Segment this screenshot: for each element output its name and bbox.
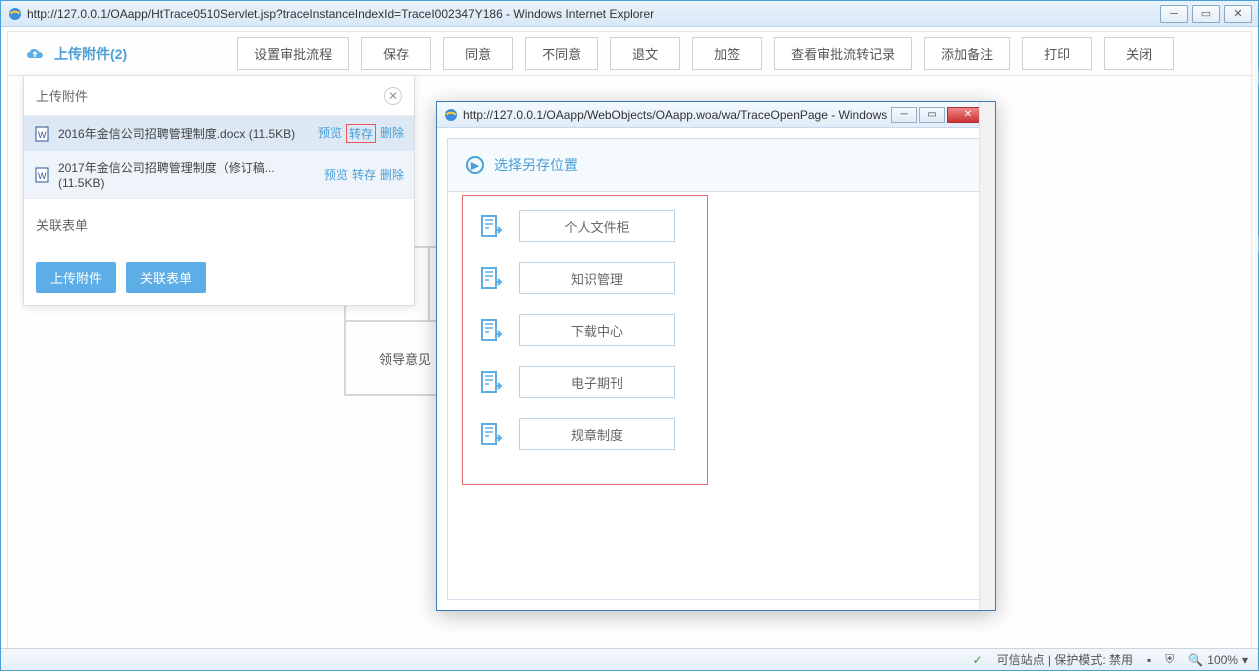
arrow-right-icon: ▶ xyxy=(466,156,484,174)
status-separator-icon: ▪ xyxy=(1147,653,1151,667)
chevron-down-icon: ▾ xyxy=(1242,653,1248,667)
destination-row: 下载中心 xyxy=(477,314,693,346)
zoom-value: 100% xyxy=(1207,653,1238,667)
status-bar: ✓ 可信站点 | 保护模式: 禁用 ▪ ⛨ 🔍 100% ▾ xyxy=(1,648,1258,670)
btn-close[interactable]: 关闭 xyxy=(1104,37,1174,70)
destination-row: 电子期刊 xyxy=(477,366,693,398)
file-action-delete[interactable]: 删除 xyxy=(380,166,404,183)
btn-countersign[interactable]: 加签 xyxy=(692,37,762,70)
attachment-panel-header: 上传附件 ✕ xyxy=(24,76,414,116)
dest-download-center[interactable]: 下载中心 xyxy=(519,314,675,346)
status-trusted-text: 可信站点 | 保护模式: 禁用 xyxy=(997,651,1133,668)
popup-title-text: http://127.0.0.1/OAapp/WebObjects/OAapp.… xyxy=(463,108,889,122)
destination-row: 知识管理 xyxy=(477,262,693,294)
file-name: 2017年金信公司招聘管理制度（修订稿... (11.5KB) xyxy=(58,159,324,190)
svg-text:W: W xyxy=(38,130,47,140)
attachment-panel: 上传附件 ✕ W 2016年金信公司招聘管理制度.docx (11.5KB) 预… xyxy=(23,75,415,306)
word-doc-icon: W xyxy=(34,126,50,142)
btn-add-remark[interactable]: 添加备注 xyxy=(924,37,1010,70)
file-export-icon xyxy=(477,368,505,396)
popup-header-text: 选择另存位置 xyxy=(494,155,578,175)
ie-favicon-icon xyxy=(7,6,23,22)
zoom-control[interactable]: 🔍 100% ▾ xyxy=(1188,653,1248,667)
status-checkmark-icon: ✓ xyxy=(973,653,983,667)
file-actions: 预览 转存 删除 xyxy=(318,124,404,143)
main-window-title: http://127.0.0.1/OAapp/HtTrace0510Servle… xyxy=(27,7,1156,21)
main-titlebar: http://127.0.0.1/OAapp/HtTrace0510Servle… xyxy=(1,1,1258,27)
file-name: 2016年金信公司招聘管理制度.docx (11.5KB) xyxy=(58,125,318,142)
panel-buttons: 上传附件 关联表单 xyxy=(24,250,414,305)
popup-scrollbar[interactable] xyxy=(979,102,995,610)
toolbar: 上传附件(2) 设置审批流程 保存 同意 不同意 退文 加签 查看审批流转记录 … xyxy=(8,32,1251,76)
main-window-buttons: ─ ▭ ✕ xyxy=(1156,5,1252,23)
destination-row: 规章制度 xyxy=(477,418,693,450)
btn-set-approval-flow[interactable]: 设置审批流程 xyxy=(237,37,349,70)
dest-regulations[interactable]: 规章制度 xyxy=(519,418,675,450)
panel-btn-upload[interactable]: 上传附件 xyxy=(36,262,116,293)
destination-box: 个人文件柜 知识管理 下载中心 电子期刊 规章制度 xyxy=(462,195,708,485)
related-forms-section: 关联表单 xyxy=(24,198,414,250)
shield-off-icon: ⛨ xyxy=(1165,652,1174,667)
file-export-icon xyxy=(477,420,505,448)
btn-agree[interactable]: 同意 xyxy=(443,37,513,70)
btn-view-approval-log[interactable]: 查看审批流转记录 xyxy=(774,37,912,70)
upload-label-text: 上传附件(2) xyxy=(54,44,127,64)
upload-attachments-toggle[interactable]: 上传附件(2) xyxy=(24,44,127,64)
file-action-preview[interactable]: 预览 xyxy=(318,124,342,143)
file-action-preview[interactable]: 预览 xyxy=(324,166,348,183)
attachment-panel-title: 上传附件 xyxy=(36,86,88,105)
file-action-saveas[interactable]: 转存 xyxy=(352,166,376,183)
file-export-icon xyxy=(477,212,505,240)
popup-content: ▶ 选择另存位置 个人文件柜 知识管理 下载中心 电子期刊 xyxy=(447,138,985,600)
btn-print[interactable]: 打印 xyxy=(1022,37,1092,70)
dest-personal-cabinet[interactable]: 个人文件柜 xyxy=(519,210,675,242)
destination-row: 个人文件柜 xyxy=(477,210,693,242)
btn-save[interactable]: 保存 xyxy=(361,37,431,70)
saveas-popup-window: http://127.0.0.1/OAapp/WebObjects/OAapp.… xyxy=(436,101,996,611)
file-export-icon xyxy=(477,316,505,344)
toolbar-buttons: 设置审批流程 保存 同意 不同意 退文 加签 查看审批流转记录 添加备注 打印 … xyxy=(237,37,1174,70)
cloud-upload-icon xyxy=(24,46,48,62)
zoom-icon: 🔍 xyxy=(1188,653,1203,667)
popup-minimize-button[interactable]: ─ xyxy=(891,107,917,123)
file-action-saveas[interactable]: 转存 xyxy=(346,124,376,143)
file-row[interactable]: W 2017年金信公司招聘管理制度（修订稿... (11.5KB) 预览 转存 … xyxy=(24,151,414,198)
file-actions: 预览 转存 删除 xyxy=(324,166,404,183)
popup-titlebar: http://127.0.0.1/OAapp/WebObjects/OAapp.… xyxy=(437,102,995,128)
panel-btn-link-form[interactable]: 关联表单 xyxy=(126,262,206,293)
file-row[interactable]: W 2016年金信公司招聘管理制度.docx (11.5KB) 预览 转存 删除 xyxy=(24,116,414,151)
popup-window-buttons: ─ ▭ ✕ xyxy=(889,107,989,123)
attachment-panel-close-icon[interactable]: ✕ xyxy=(384,87,402,105)
btn-disagree[interactable]: 不同意 xyxy=(525,37,598,70)
file-action-delete[interactable]: 删除 xyxy=(380,124,404,143)
minimize-button[interactable]: ─ xyxy=(1160,5,1188,23)
ie-favicon-icon xyxy=(443,107,459,123)
main-ie-window: http://127.0.0.1/OAapp/HtTrace0510Servle… xyxy=(0,0,1259,671)
maximize-button[interactable]: ▭ xyxy=(1192,5,1220,23)
popup-content-header: ▶ 选择另存位置 xyxy=(448,139,984,192)
popup-maximize-button[interactable]: ▭ xyxy=(919,107,945,123)
close-button[interactable]: ✕ xyxy=(1224,5,1252,23)
file-export-icon xyxy=(477,264,505,292)
btn-return[interactable]: 退文 xyxy=(610,37,680,70)
dest-ejournal[interactable]: 电子期刊 xyxy=(519,366,675,398)
dest-knowledge-mgmt[interactable]: 知识管理 xyxy=(519,262,675,294)
word-doc-icon: W xyxy=(34,167,50,183)
svg-text:W: W xyxy=(38,171,47,181)
